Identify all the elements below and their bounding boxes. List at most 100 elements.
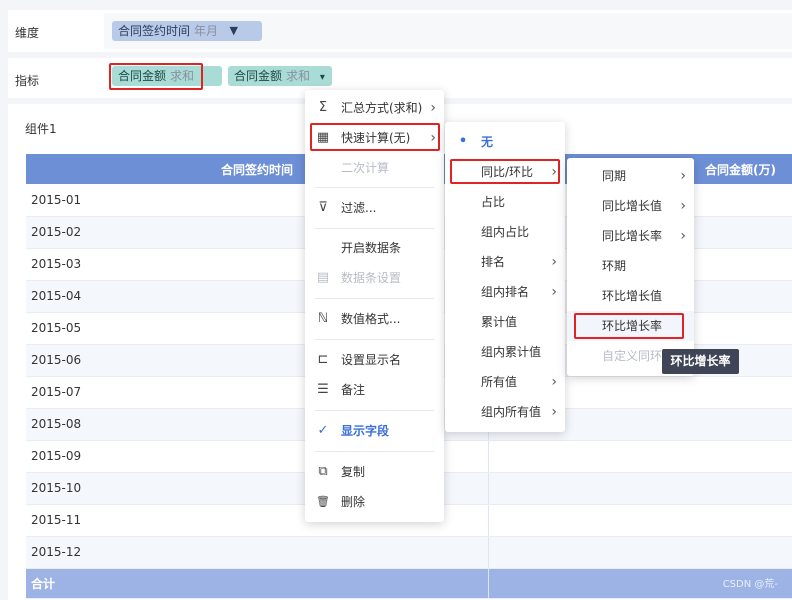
highlight-box-indicator-pill: [109, 63, 203, 90]
table-cell: [487, 504, 792, 537]
menu-item-display-name[interactable]: ⊏ 设置显示名: [305, 345, 444, 375]
menu-item-group-rank[interactable]: 组内排名 ›: [445, 277, 565, 307]
menu-item-copy[interactable]: ⧉ 复制: [305, 457, 444, 487]
menu-item-label: 同比增长值: [602, 199, 663, 213]
menu-item-mom-growth-value[interactable]: 环比增长值: [567, 281, 694, 311]
indicator-pill-amount-2[interactable]: 合同金额 求和 ▾: [228, 66, 332, 86]
data-bar-icon: ▤: [316, 270, 330, 285]
menu-item-label: 组内累计值: [481, 345, 542, 359]
field-context-menu: Σ 汇总方式(求和) › ▦ 快速计算(无) › 二次计算 ⊽ 过滤... 开启…: [305, 90, 444, 522]
menu-separator: [315, 339, 434, 340]
menu-item-label: 数据条设置: [341, 271, 402, 285]
bullet-icon: •: [458, 134, 468, 149]
menu-item-delete[interactable]: 🗑 删除: [305, 487, 444, 517]
menu-item-label: 自定义同环: [602, 349, 663, 363]
chevron-down-icon[interactable]: ▾: [320, 72, 325, 83]
menu-item-label: 组内所有值: [481, 405, 542, 419]
menu-item-all-values[interactable]: 所有值 ›: [445, 367, 565, 397]
menu-item-label: 备注: [341, 383, 366, 397]
menu-item-label: 环比增长值: [602, 289, 663, 303]
funnel-icon[interactable]: ▼: [230, 21, 238, 41]
menu-item-yoy-growth-value[interactable]: 同比增长值 ›: [567, 191, 694, 221]
copy-icon: ⧉: [318, 464, 328, 479]
menu-item-label: 汇总方式(求和): [341, 101, 423, 115]
menu-separator: [315, 410, 434, 411]
menu-item-label: 所有值: [481, 375, 518, 389]
menu-item-group-all-values[interactable]: 组内所有值 ›: [445, 397, 565, 427]
menu-separator: [315, 298, 434, 299]
check-icon: ✓: [317, 423, 329, 438]
menu-separator: [315, 451, 434, 452]
menu-item-same-period[interactable]: 同期 ›: [567, 161, 694, 191]
menu-item-previous-period[interactable]: 环期: [567, 251, 694, 281]
menu-item-label: 删除: [341, 495, 366, 509]
rename-icon: ⊏: [317, 352, 329, 367]
chevron-right-icon: ›: [551, 254, 557, 270]
highlight-box-quick-calc: [310, 123, 440, 151]
menu-item-label: 设置显示名: [341, 353, 402, 367]
menu-item-label: 累计值: [481, 315, 518, 329]
trash-icon: 🗑: [316, 495, 330, 508]
menu-item-summary-method[interactable]: Σ 汇总方式(求和) ›: [305, 93, 444, 123]
menu-item-enable-data-bar[interactable]: 开启数据条: [305, 233, 444, 263]
menu-item-secondary-calc: 二次计算: [305, 153, 444, 183]
menu-item-label: 开启数据条: [341, 241, 402, 255]
yoy-mom-submenu: 同期 › 同比增长值 › 同比增长率 › 环期 环比增长值 环比增长率 自定义同…: [567, 158, 694, 376]
menu-item-yoy-growth-rate[interactable]: 同比增长率 ›: [567, 221, 694, 251]
menu-item-label: 显示字段: [341, 424, 390, 438]
number-format-icon: ℕ: [317, 311, 329, 326]
menu-item-number-format[interactable]: ℕ 数值格式...: [305, 304, 444, 334]
table-cell: 2015-12: [26, 536, 488, 569]
chevron-right-icon: ›: [430, 100, 436, 116]
indicator-label: 指标: [15, 74, 40, 88]
watermark: CSDN @荒-: [722, 579, 778, 590]
dimension-label: 维度: [15, 26, 40, 40]
chevron-right-icon: ›: [680, 228, 686, 244]
table-total-row: 合计: [26, 568, 792, 599]
menu-item-filter[interactable]: ⊽ 过滤...: [305, 193, 444, 223]
menu-item-label: 复制: [341, 465, 366, 479]
chevron-right-icon: ›: [680, 168, 686, 184]
menu-item-label: 无: [481, 135, 494, 149]
menu-item-group-proportion[interactable]: 组内占比: [445, 217, 565, 247]
chevron-right-icon: ›: [551, 284, 557, 300]
menu-separator: [315, 228, 434, 229]
menu-item-label: 二次计算: [341, 161, 390, 175]
menu-item-label: 组内排名: [481, 285, 530, 299]
menu-item-label: 同期: [602, 169, 627, 183]
table-cell: [487, 536, 792, 569]
menu-item-cumulative[interactable]: 累计值: [445, 307, 565, 337]
menu-item-show-field[interactable]: ✓ 显示字段: [305, 416, 444, 446]
chevron-right-icon: ›: [551, 374, 557, 390]
menu-item-label: 过滤...: [341, 201, 377, 215]
table-cell: [487, 440, 792, 473]
chevron-right-icon: ›: [551, 404, 557, 420]
menu-separator: [315, 187, 434, 188]
dimension-pill-contract-date[interactable]: 合同签约时间 年月 ▼: [112, 21, 262, 41]
menu-item-label: 排名: [481, 255, 506, 269]
note-icon: ☰: [317, 382, 329, 397]
menu-item-rank[interactable]: 排名 ›: [445, 247, 565, 277]
chevron-right-icon: ›: [680, 198, 686, 214]
menu-item-none[interactable]: • 无: [445, 127, 565, 157]
highlight-box-yoy-mom: [450, 159, 560, 184]
sigma-icon: Σ: [318, 100, 328, 115]
menu-item-label: 组内占比: [481, 225, 530, 239]
indicator-pill-agg: 求和: [286, 69, 311, 83]
menu-item-label: 占比: [481, 195, 506, 209]
menu-item-proportion[interactable]: 占比: [445, 187, 565, 217]
menu-item-group-cumulative[interactable]: 组内累计值: [445, 337, 565, 367]
indicator-pill-name: 合同金额: [234, 69, 283, 83]
funnel-icon: ⊽: [318, 200, 328, 215]
menu-item-label: 数值格式...: [341, 312, 401, 326]
tooltip: 环比增长率: [662, 349, 739, 374]
dimension-row: 维度 合同签约时间 年月 ▼: [8, 10, 792, 52]
dimension-pill-granularity: 年月: [194, 24, 219, 38]
dimension-pill-name: 合同签约时间: [118, 24, 191, 38]
menu-item-remark[interactable]: ☰ 备注: [305, 375, 444, 405]
menu-item-label: 同比增长率: [602, 229, 663, 243]
menu-item-data-bar-settings: ▤ 数据条设置: [305, 263, 444, 293]
table-row: 2015-12: [26, 536, 792, 569]
highlight-box-mom-growth-rate: [574, 313, 684, 339]
menu-item-label: 环期: [602, 259, 627, 273]
